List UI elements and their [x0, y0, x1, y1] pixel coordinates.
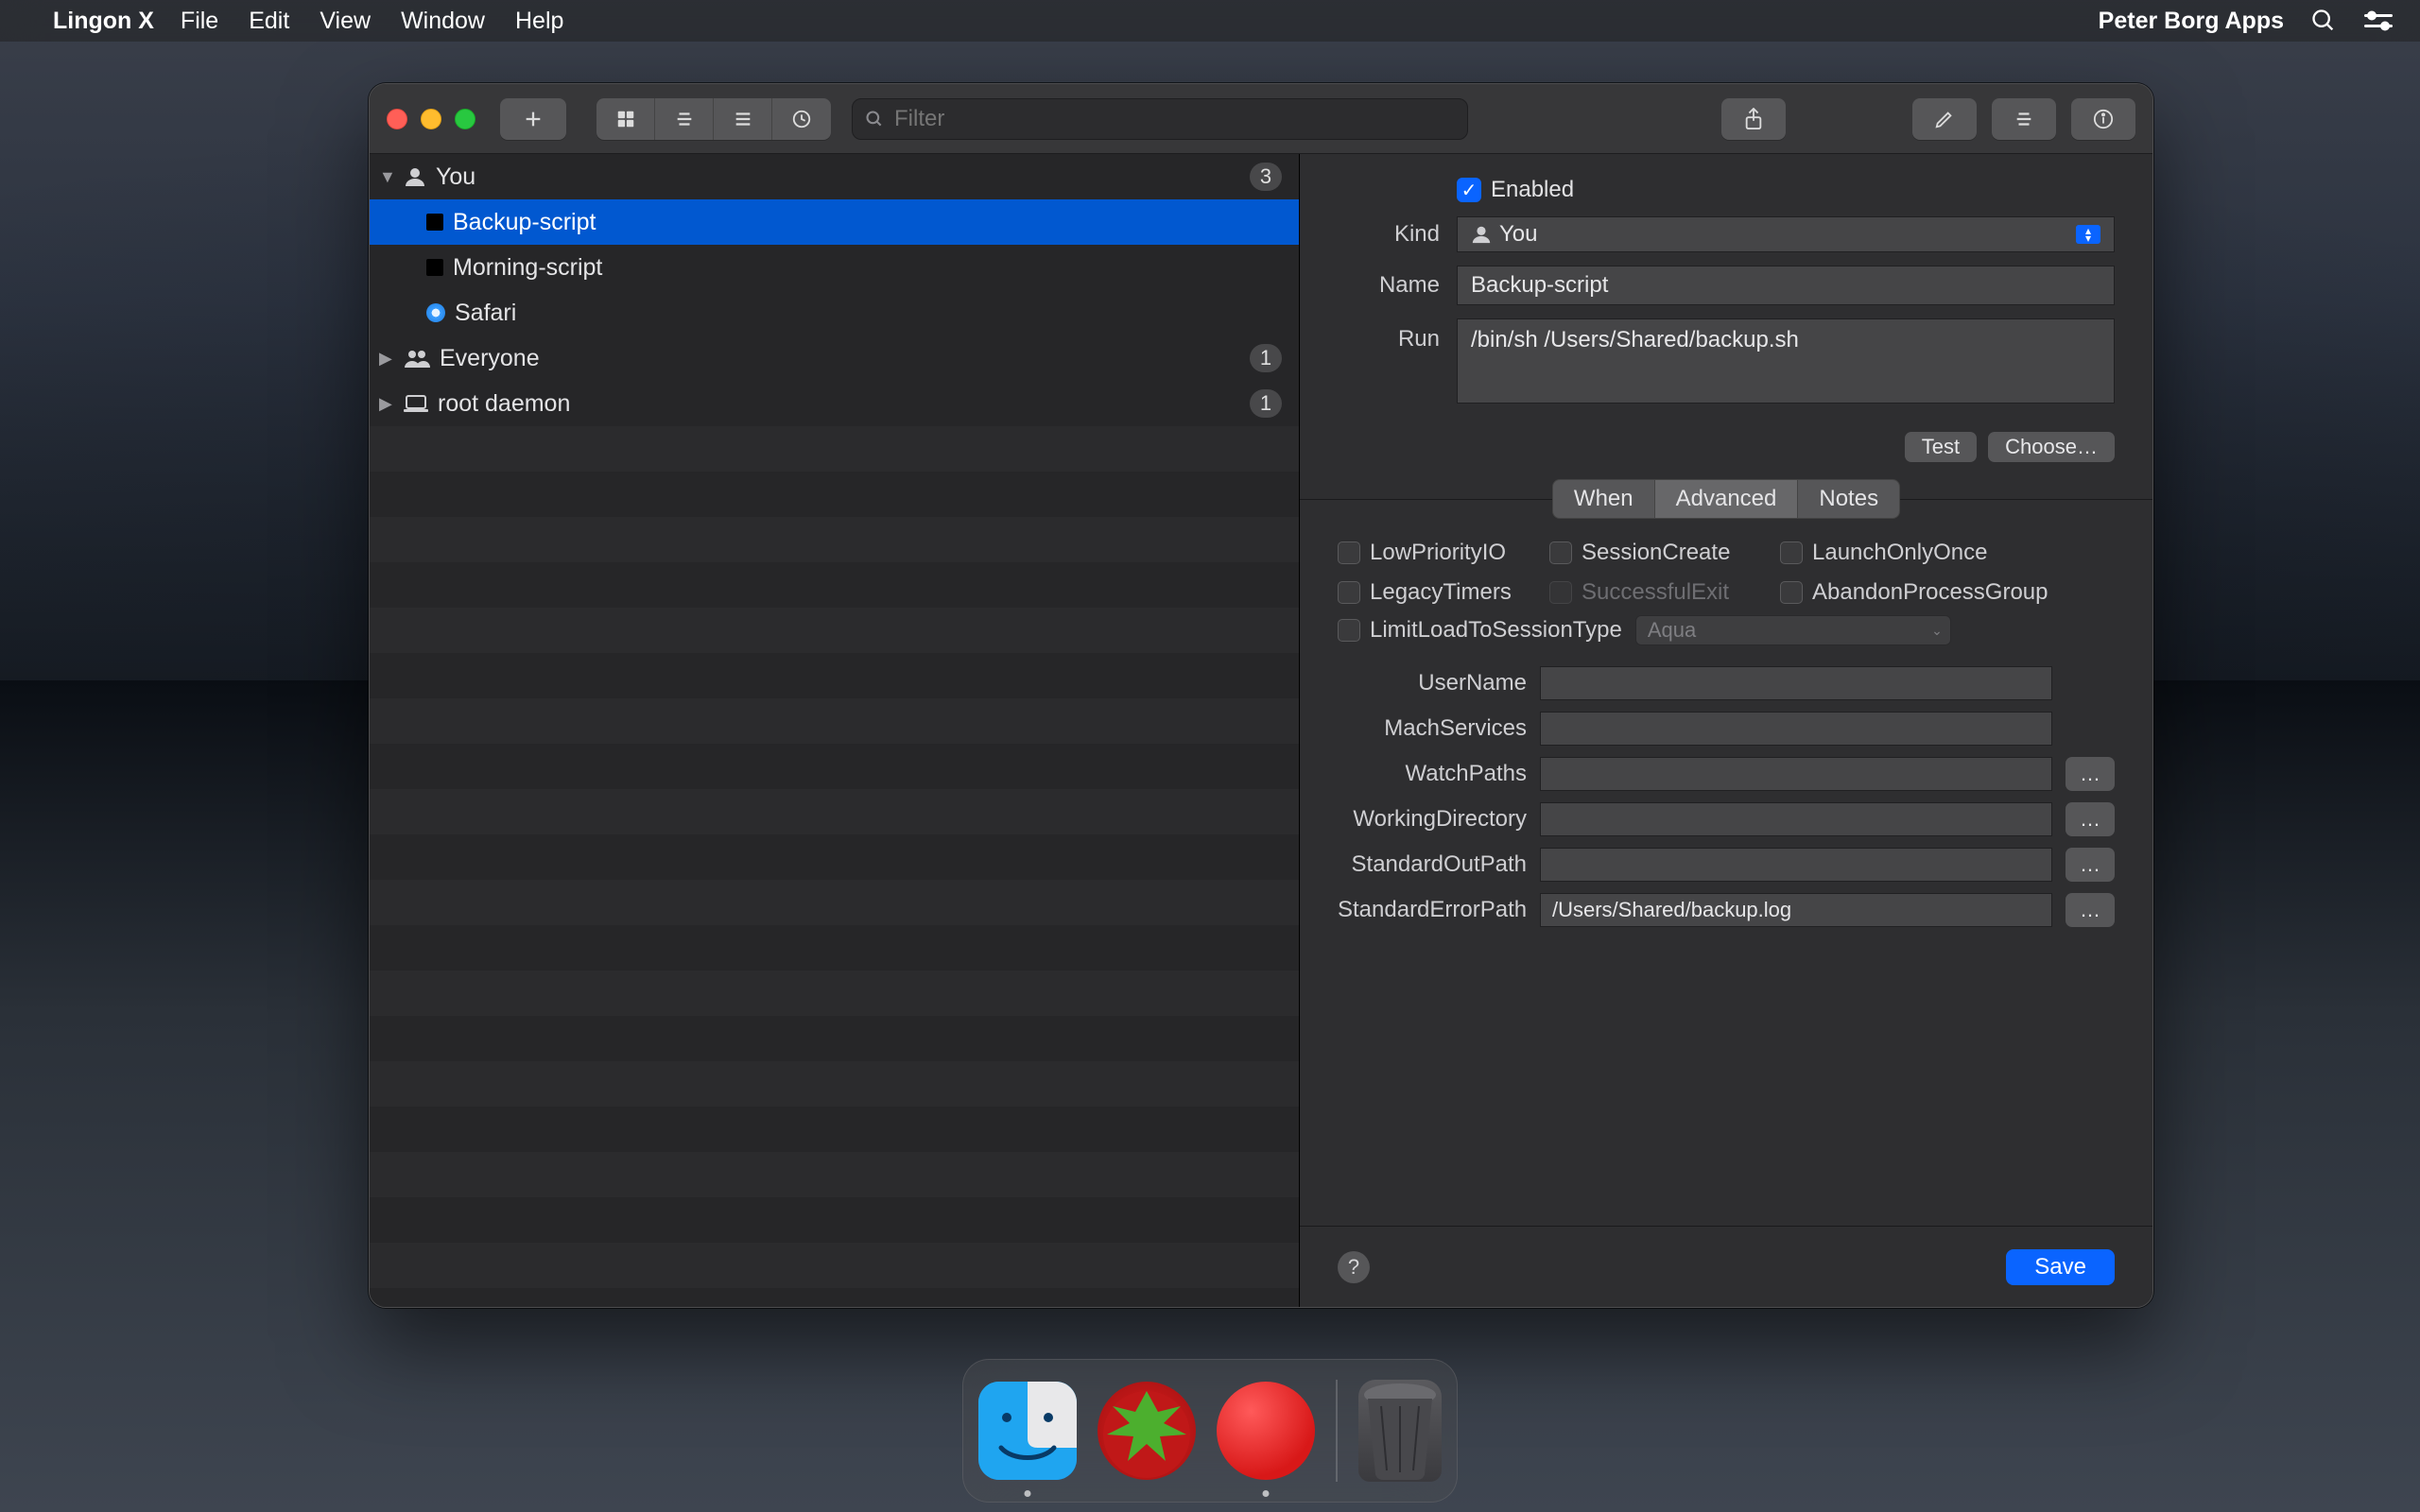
sidebar-group-label: You — [436, 163, 475, 191]
dock-finder-icon[interactable] — [978, 1382, 1077, 1480]
test-button[interactable]: Test — [1905, 432, 1977, 462]
run-input[interactable]: /bin/sh /Users/Shared/backup.sh — [1457, 318, 2115, 404]
sidebar-group-everyone[interactable]: ▶ Everyone 1 — [370, 335, 1299, 381]
dock-divider — [1336, 1380, 1338, 1482]
sidebar-item-label: Morning-script — [453, 254, 602, 282]
sidebar: ▼ You 3 Backup-script Morning-script Saf… — [370, 154, 1300, 1307]
check-successfulexit: SuccessfulExit — [1549, 579, 1765, 606]
traffic-lights — [387, 109, 475, 129]
laptop-icon — [404, 394, 428, 413]
dock-indicator-dot — [1025, 1490, 1031, 1497]
view-history-button[interactable] — [772, 98, 831, 140]
name-label: Name — [1338, 272, 1440, 299]
sidebar-item-label: Safari — [455, 300, 516, 327]
dock-trash-icon[interactable] — [1358, 1380, 1442, 1482]
sidebar-item-label: Backup-script — [453, 209, 596, 236]
choose-button[interactable]: Choose… — [1988, 432, 2115, 462]
view-segmented — [596, 98, 831, 140]
maximize-button[interactable] — [455, 109, 475, 129]
check-legacytimers[interactable]: LegacyTimers — [1338, 579, 1534, 606]
minimize-button[interactable] — [421, 109, 441, 129]
workingdirectory-input[interactable] — [1540, 802, 2052, 836]
sidebar-item-morning-script[interactable]: Morning-script — [370, 245, 1299, 290]
dock — [962, 1359, 1458, 1503]
dock-strawberry-icon[interactable] — [1098, 1382, 1196, 1480]
save-button[interactable]: Save — [2006, 1249, 2115, 1285]
tab-notes[interactable]: Notes — [1798, 480, 1899, 518]
terminal-icon — [426, 259, 443, 276]
sessiontype-select[interactable]: Aqua ⌄ — [1635, 615, 1951, 645]
sidebar-group-root-daemon[interactable]: ▶ root daemon 1 — [370, 381, 1299, 426]
detail-footer: ? Save — [1300, 1226, 2152, 1307]
disclosure-right-icon: ▶ — [379, 349, 394, 369]
standardoutpath-input[interactable] — [1540, 848, 2052, 882]
name-input[interactable] — [1457, 266, 2115, 305]
sidebar-item-backup-script[interactable]: Backup-script — [370, 199, 1299, 245]
kind-label: Kind — [1338, 221, 1440, 248]
check-launchonlyonce[interactable]: LaunchOnlyOnce — [1780, 540, 2115, 566]
dock-tomato-icon[interactable] — [1217, 1382, 1315, 1480]
kind-select[interactable]: You ▴▾ — [1457, 216, 2115, 252]
username-input[interactable] — [1540, 666, 2052, 700]
sidebar-group-label: root daemon — [438, 390, 570, 418]
watchpaths-input[interactable] — [1540, 757, 2052, 791]
view-list-center-button[interactable] — [655, 98, 714, 140]
search-icon — [865, 110, 884, 129]
close-button[interactable] — [387, 109, 407, 129]
menubar: Lingon X File Edit View Window Help Pete… — [0, 0, 2420, 42]
menubar-right-title[interactable]: Peter Borg Apps — [2099, 8, 2284, 35]
check-lowpriorityio[interactable]: LowPriorityIO — [1338, 540, 1534, 566]
control-center-icon[interactable] — [2363, 9, 2394, 32]
enabled-label: Enabled — [1491, 177, 1574, 203]
standarderrorpath-input[interactable] — [1540, 893, 2052, 927]
check-limitloadtosessiontype[interactable]: LimitLoadToSessionType — [1338, 617, 1622, 644]
person-icon — [404, 165, 426, 188]
workingdirectory-browse-button[interactable]: … — [2066, 802, 2115, 836]
view-list-button[interactable] — [714, 98, 772, 140]
sidebar-item-safari[interactable]: Safari — [370, 290, 1299, 335]
select-arrows-icon: ▴▾ — [2076, 225, 2100, 244]
sidebar-group-count: 1 — [1250, 344, 1282, 372]
detail-pane: ✓ Enabled Kind You ▴▾ Name Run — [1300, 154, 2152, 1307]
disclosure-down-icon: ▼ — [379, 167, 394, 187]
check-sessioncreate[interactable]: SessionCreate — [1549, 540, 1765, 566]
people-icon — [404, 347, 430, 369]
check-abandonprocessgroup[interactable]: AbandonProcessGroup — [1780, 579, 2115, 606]
titlebar — [370, 84, 2152, 154]
share-button[interactable] — [1721, 98, 1786, 140]
menu-view[interactable]: View — [320, 8, 371, 35]
view-grid-button[interactable] — [596, 98, 655, 140]
search-input[interactable] — [852, 98, 1468, 140]
safari-icon — [426, 303, 445, 322]
run-label: Run — [1338, 318, 1440, 352]
sidebar-group-you[interactable]: ▼ You 3 — [370, 154, 1299, 199]
spotlight-icon[interactable] — [2310, 8, 2337, 34]
menu-window[interactable]: Window — [401, 8, 485, 35]
detail-tabs: When Advanced Notes — [1552, 479, 1900, 519]
list-mode-button[interactable] — [1992, 98, 2056, 140]
enabled-checkbox[interactable]: ✓ — [1457, 178, 1481, 202]
machservices-input[interactable] — [1540, 712, 2052, 746]
disclosure-right-icon: ▶ — [379, 394, 394, 414]
standarderrorpath-browse-button[interactable]: … — [2066, 893, 2115, 927]
sidebar-group-label: Everyone — [440, 345, 540, 372]
sidebar-group-count: 3 — [1250, 163, 1282, 191]
chevron-updown-icon: ⌄ — [1931, 623, 1943, 639]
dock-indicator-dot — [1263, 1490, 1270, 1497]
watchpaths-browse-button[interactable]: … — [2066, 757, 2115, 791]
menu-help[interactable]: Help — [515, 8, 563, 35]
sidebar-group-count: 1 — [1250, 389, 1282, 418]
help-button[interactable]: ? — [1338, 1251, 1370, 1283]
tab-advanced[interactable]: Advanced — [1655, 480, 1799, 518]
menubar-app[interactable]: Lingon X — [53, 8, 154, 35]
menu-file[interactable]: File — [181, 8, 218, 35]
info-button[interactable] — [2071, 98, 2135, 140]
terminal-icon — [426, 214, 443, 231]
tab-when[interactable]: When — [1553, 480, 1655, 518]
standardoutpath-browse-button[interactable]: … — [2066, 848, 2115, 882]
add-button[interactable] — [500, 98, 566, 140]
menu-edit[interactable]: Edit — [249, 8, 289, 35]
edit-button[interactable] — [1912, 98, 1977, 140]
app-window: ▼ You 3 Backup-script Morning-script Saf… — [369, 83, 2153, 1308]
